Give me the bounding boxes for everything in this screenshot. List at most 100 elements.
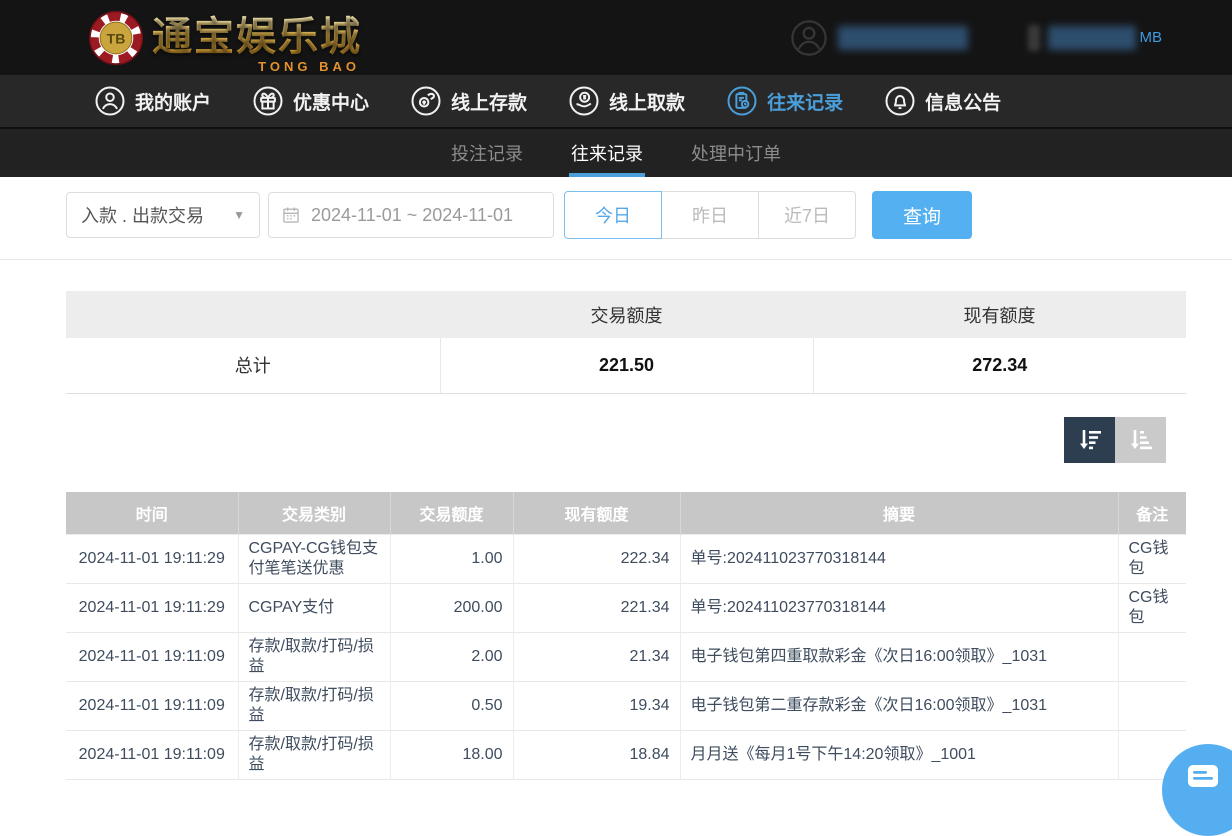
- quick-today-button[interactable]: 今日: [564, 191, 662, 239]
- transactions-header-row: 时间 交易类别 交易额度 现有额度 摘要 备注: [66, 492, 1186, 535]
- date-range-value: 2024-11-01 ~ 2024-11-01: [311, 205, 513, 226]
- masked-currency-icon: [1028, 25, 1040, 51]
- sort-controls: [66, 417, 1166, 463]
- chevron-down-icon: ▼: [233, 208, 245, 222]
- table-cell-type: 存款/取款/打码/损益: [238, 633, 390, 682]
- table-cell-amount: 2.00: [390, 633, 513, 682]
- tab-betting-records[interactable]: 投注记录: [449, 129, 525, 177]
- main-nav: 我的账户 优惠中心 线上存款 线上取款 往来记录: [0, 75, 1232, 127]
- section-divider: [0, 259, 1232, 260]
- table-cell-amount: 1.00: [390, 535, 513, 584]
- search-button[interactable]: 查询: [872, 191, 972, 239]
- tab-transaction-records[interactable]: 往来记录: [569, 129, 645, 177]
- avatar-icon: [790, 19, 828, 57]
- chat-card-icon: [1186, 762, 1220, 792]
- deposit-icon: [411, 86, 441, 116]
- nav-item-online-deposit[interactable]: 线上存款: [411, 86, 527, 116]
- table-row: 2024-11-01 19:11:09存款/取款/打码/损益2.0021.34电…: [66, 633, 1186, 682]
- nav-item-my-account[interactable]: 我的账户: [95, 86, 211, 116]
- table-cell-balance: 19.34: [513, 682, 680, 731]
- top-bar: TB 通宝娱乐城 TONG BAO MB: [0, 0, 1232, 75]
- svg-text:TB: TB: [107, 30, 126, 46]
- transaction-type-value: 入款 . 出款交易: [81, 202, 204, 228]
- table-cell-remark: CG钱包: [1118, 584, 1186, 633]
- nav-label: 我的账户: [135, 88, 211, 115]
- quick-date-group: 今日 昨日 近7日: [564, 191, 856, 239]
- records-icon: [727, 86, 757, 116]
- transaction-type-select[interactable]: 入款 . 出款交易 ▼: [66, 192, 260, 238]
- table-cell-balance: 18.84: [513, 731, 680, 780]
- table-cell-time: 2024-11-01 19:11:09: [66, 682, 238, 731]
- table-row: 2024-11-01 19:11:09存款/取款/打码/损益0.5019.34电…: [66, 682, 1186, 731]
- brand-name: 通宝娱乐城: [152, 15, 362, 59]
- summary-balance-total: 272.34: [813, 338, 1186, 393]
- date-range-input[interactable]: 2024-11-01 ~ 2024-11-01: [268, 192, 554, 238]
- table-cell-type: 存款/取款/打码/损益: [238, 682, 390, 731]
- user-icon: [95, 86, 125, 116]
- col-header-remark: 备注: [1118, 492, 1186, 535]
- summary-row: 总计 221.50 272.34: [66, 338, 1186, 393]
- masked-username: [838, 26, 968, 50]
- table-row: 2024-11-01 19:11:29CGPAY-CG钱包支付笔笔送优惠1.00…: [66, 535, 1186, 584]
- table-cell-amount: 18.00: [390, 731, 513, 780]
- table-cell-time: 2024-11-01 19:11:29: [66, 584, 238, 633]
- nav-label: 线上存款: [451, 88, 527, 115]
- table-cell-type: 存款/取款/打码/损益: [238, 731, 390, 780]
- table-cell-summary: 电子钱包第二重存款彩金《次日16:00领取》_1031: [680, 682, 1118, 731]
- col-header-time: 时间: [66, 492, 238, 535]
- col-header-balance: 现有额度: [513, 492, 680, 535]
- transactions-body: 2024-11-01 19:11:29CGPAY-CG钱包支付笔笔送优惠1.00…: [66, 535, 1186, 780]
- col-header-type: 交易类别: [238, 492, 390, 535]
- tab-pending-orders[interactable]: 处理中订单: [689, 129, 783, 177]
- nav-label: 往来记录: [767, 88, 843, 115]
- table-cell-balance: 221.34: [513, 584, 680, 633]
- table-cell-amount: 0.50: [390, 682, 513, 731]
- quick-last7days-button[interactable]: 近7日: [758, 191, 856, 239]
- nav-label: 线上取款: [609, 88, 685, 115]
- nav-item-promotions[interactable]: 优惠中心: [253, 86, 369, 116]
- withdraw-icon: [569, 86, 599, 116]
- summary-header-trade: 交易额度: [440, 291, 813, 338]
- nav-label: 优惠中心: [293, 88, 369, 115]
- brand-subname: TONG BAO: [258, 59, 360, 74]
- table-cell-balance: 21.34: [513, 633, 680, 682]
- table-cell-type: CGPAY支付: [238, 584, 390, 633]
- gift-icon: [253, 86, 283, 116]
- transactions-table: 时间 交易类别 交易额度 现有额度 摘要 备注 2024-11-01 19:11…: [66, 492, 1186, 781]
- table-cell-summary: 单号:202411023770318144: [680, 535, 1118, 584]
- sort-ascending-button[interactable]: [1115, 417, 1166, 463]
- summary-table: 交易额度 现有额度 总计 221.50 272.34: [66, 291, 1186, 394]
- table-row: 2024-11-01 19:11:29CGPAY支付200.00221.34单号…: [66, 584, 1186, 633]
- col-header-amount: 交易额度: [390, 492, 513, 535]
- quick-yesterday-button[interactable]: 昨日: [661, 191, 759, 239]
- sort-amount-desc-icon: [1076, 426, 1104, 454]
- table-cell-time: 2024-11-01 19:11:09: [66, 731, 238, 780]
- table-cell-remark: [1118, 633, 1186, 682]
- table-cell-summary: 月月送《每月1号下午14:20领取》_1001: [680, 731, 1118, 780]
- nav-item-transaction-records[interactable]: 往来记录: [727, 86, 843, 116]
- table-row: 2024-11-01 19:11:09存款/取款/打码/损益18.0018.84…: [66, 731, 1186, 780]
- sub-nav: 投注记录 往来记录 处理中订单: [0, 127, 1232, 177]
- summary-header-balance: 现有额度: [813, 291, 1186, 338]
- summary-header-empty: [66, 291, 440, 338]
- table-cell-type: CGPAY-CG钱包支付笔笔送优惠: [238, 535, 390, 584]
- nav-item-announcements[interactable]: 信息公告: [885, 86, 1001, 116]
- user-area: MB: [790, 19, 1163, 57]
- table-cell-summary: 单号:202411023770318144: [680, 584, 1118, 633]
- table-cell-balance: 222.34: [513, 535, 680, 584]
- table-cell-time: 2024-11-01 19:11:09: [66, 633, 238, 682]
- casino-chip-icon: TB: [88, 10, 144, 66]
- summary-total-label: 总计: [66, 338, 440, 393]
- bell-icon: [885, 86, 915, 116]
- filter-row: 入款 . 出款交易 ▼ 2024-11-01 ~ 2024-11-01 今日 昨…: [66, 191, 1166, 239]
- table-cell-time: 2024-11-01 19:11:29: [66, 535, 238, 584]
- table-cell-summary: 电子钱包第四重取款彩金《次日16:00领取》_1031: [680, 633, 1118, 682]
- nav-item-online-withdrawal[interactable]: 线上取款: [569, 86, 685, 116]
- sort-descending-button[interactable]: [1064, 417, 1115, 463]
- col-header-summary: 摘要: [680, 492, 1118, 535]
- brand-logo[interactable]: TB 通宝娱乐城 TONG BAO: [88, 4, 362, 72]
- table-cell-remark: CG钱包: [1118, 535, 1186, 584]
- calendar-icon: [281, 205, 301, 225]
- table-cell-remark: [1118, 682, 1186, 731]
- nav-label: 信息公告: [925, 88, 1001, 115]
